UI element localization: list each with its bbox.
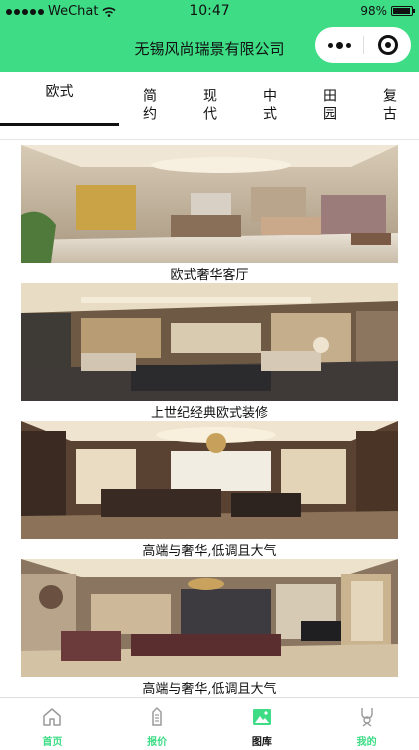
gallery-caption: 高端与奢华,低调且大气 [142,682,277,697]
close-button[interactable] [364,35,411,55]
tab-modern[interactable]: 现代 [179,72,239,140]
bottom-tab-bar: 首页 报价 图库 我的 [0,697,419,750]
tabbar-label: 图库 [251,737,272,748]
category-tabs: 欧式 简约 现代 中式 田园 复古 [0,72,419,140]
tab-retro[interactable]: 复古 [359,72,419,140]
profile-icon [360,708,373,727]
app-header: WeChat 10:47 98% 无锡风尚瑞景有限公司 [0,0,419,72]
tab-label: 田园 [321,88,337,124]
tab-chinese[interactable]: 中式 [239,72,299,140]
tabbar-item-profile[interactable]: 我的 [314,698,419,750]
battery-percent: 98% [360,4,387,18]
gallery-photo [21,283,398,401]
gallery-icon [252,709,271,725]
tab-label: 欧式 [45,84,74,100]
close-target-icon [377,35,398,55]
tab-label: 简约 [141,88,157,124]
gallery-photo [21,145,398,263]
tabbar-label: 首页 [42,737,63,748]
tab-european[interactable]: 欧式 [0,72,119,140]
gallery-item[interactable]: 上世纪经典欧式装修 [21,283,398,421]
gallery-item[interactable]: 高端与奢华,低调且大气 [21,421,398,559]
quote-icon [152,706,162,726]
tabbar-label: 报价 [147,737,168,748]
gallery-item[interactable]: 高端与奢华,低调且大气 [21,559,398,697]
home-icon [43,708,62,726]
tab-label: 现代 [201,88,217,124]
more-dot-icon [327,42,333,48]
gallery-caption: 上世纪经典欧式装修 [150,406,268,421]
status-bar: WeChat 10:47 98% [0,0,419,22]
tab-pastoral[interactable]: 田园 [299,72,359,140]
gallery-photo [21,559,398,677]
battery-icon [391,6,415,16]
tabbar-label: 我的 [356,737,377,748]
tab-simple[interactable]: 简约 [119,72,179,140]
gallery-item[interactable]: 欧式奢华客厅 [21,145,398,283]
more-dot-icon [335,41,343,49]
tabbar-item-quote[interactable]: 报价 [105,698,210,750]
tabbar-item-home[interactable]: 首页 [0,698,105,750]
status-time: 10:47 [189,3,230,19]
tab-label: 复古 [381,88,397,124]
status-right: 98% [360,4,415,18]
gallery-caption: 欧式奢华客厅 [170,268,249,283]
menu-capsule [315,27,411,63]
tabbar-item-gallery[interactable]: 图库 [210,698,315,750]
gallery-photo [21,421,398,539]
more-button[interactable] [315,41,363,49]
tab-label: 中式 [261,88,277,124]
more-dot-icon [345,42,351,48]
gallery-caption: 高端与奢华,低调且大气 [142,544,277,559]
